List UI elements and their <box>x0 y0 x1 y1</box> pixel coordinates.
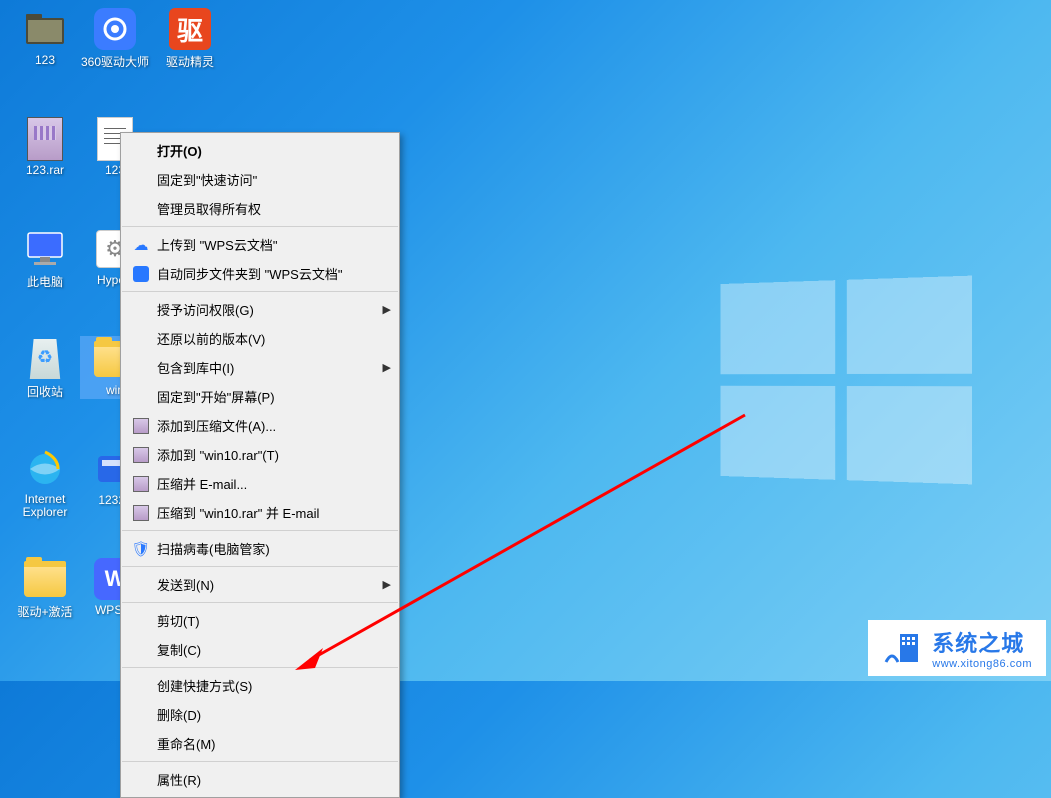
watermark: 系统之城 www.xitong86.com <box>868 620 1046 676</box>
recycle-icon <box>24 338 66 380</box>
blank-icon <box>131 641 151 659</box>
menu-rename[interactable]: 重命名(M) <box>121 729 399 758</box>
menu-compress-win10-email[interactable]: 压缩到 "win10.rar" 并 E-mail <box>121 498 399 527</box>
menu-scan-virus[interactable]: 🛡 扫描病毒(电脑管家) <box>121 534 399 563</box>
blank-icon <box>131 200 151 218</box>
windows-logo <box>720 276 972 485</box>
watermark-url: www.xitong86.com <box>932 658 1032 670</box>
driver-activate[interactable]: 驱动+激活 <box>10 558 80 620</box>
ie-icon <box>24 448 66 490</box>
menu-add-win10-rar[interactable]: 添加到 "win10.rar"(T) <box>121 440 399 469</box>
menu-separator <box>122 761 398 762</box>
menu-include-library[interactable]: 包含到库中(I) ▶ <box>121 353 399 382</box>
icon-label: 360驱动大师 <box>81 53 149 70</box>
pc-icon <box>24 228 66 270</box>
blank-icon <box>131 735 151 753</box>
menu-separator <box>122 530 398 531</box>
blank-icon <box>131 576 151 594</box>
icon-label: Internet Explorer <box>23 493 68 519</box>
submenu-arrow-icon: ▶ <box>383 303 391 316</box>
folder-icon <box>24 558 66 600</box>
menu-compress-email[interactable]: 压缩并 E-mail... <box>121 469 399 498</box>
menu-sync-wps[interactable]: 自动同步文件夹到 "WPS云文档" <box>121 259 399 288</box>
menu-separator <box>122 667 398 668</box>
menu-properties[interactable]: 属性(R) <box>121 765 399 794</box>
blue-app-icon <box>94 8 136 50</box>
this-pc[interactable]: 此电脑 <box>10 228 80 290</box>
recycle-bin[interactable]: 回收站 <box>10 338 80 400</box>
winrar-icon <box>131 504 151 522</box>
icon-label: 驱动+激活 <box>17 603 72 620</box>
rar-123[interactable]: 123.rar <box>10 118 80 177</box>
winrar-icon <box>131 417 151 435</box>
submenu-arrow-icon: ▶ <box>383 361 391 374</box>
rar-icon <box>24 118 66 160</box>
blank-icon <box>131 171 151 189</box>
wps-icon <box>131 265 151 283</box>
menu-add-archive[interactable]: 添加到压缩文件(A)... <box>121 411 399 440</box>
driver-genius[interactable]: 驱 驱动精灵 <box>155 8 225 70</box>
blank-icon <box>131 142 151 160</box>
menu-upload-wps[interactable]: ☁ 上传到 "WPS云文档" <box>121 230 399 259</box>
icon-label: 此电脑 <box>27 273 63 290</box>
icon-label: 回收站 <box>27 383 63 400</box>
blank-icon <box>131 706 151 724</box>
folder-icon <box>24 8 66 50</box>
shield-icon: 🛡 <box>131 540 151 558</box>
submenu-arrow-icon: ▶ <box>383 578 391 591</box>
menu-pin-start[interactable]: 固定到"开始"屏幕(P) <box>121 382 399 411</box>
menu-open[interactable]: 打开(O) <box>121 136 399 165</box>
blank-icon <box>131 612 151 630</box>
blank-icon <box>131 330 151 348</box>
icon-label: 123.rar <box>26 163 64 177</box>
icon-label: 驱动精灵 <box>166 53 214 70</box>
menu-cut[interactable]: 剪切(T) <box>121 606 399 635</box>
menu-copy[interactable]: 复制(C) <box>121 635 399 664</box>
red-app-icon: 驱 <box>169 8 211 50</box>
menu-delete[interactable]: 删除(D) <box>121 700 399 729</box>
context-menu: 打开(O) 固定到"快速访问" 管理员取得所有权 ☁ 上传到 "WPS云文档" … <box>120 132 400 798</box>
blank-icon <box>131 677 151 695</box>
menu-admin-ownership[interactable]: 管理员取得所有权 <box>121 194 399 223</box>
blank-icon <box>131 301 151 319</box>
menu-separator <box>122 602 398 603</box>
internet-explorer[interactable]: Internet Explorer <box>10 448 80 519</box>
blank-icon <box>131 388 151 406</box>
menu-restore-prev[interactable]: 还原以前的版本(V) <box>121 324 399 353</box>
icon-label: 123 <box>35 53 55 67</box>
menu-grant-access[interactable]: 授予访问权限(G) ▶ <box>121 295 399 324</box>
watermark-title: 系统之城 <box>932 626 1032 658</box>
menu-separator <box>122 226 398 227</box>
cloud-icon: ☁ <box>131 236 151 254</box>
driver-master[interactable]: 360驱动大师 <box>80 8 150 70</box>
blank-icon <box>131 359 151 377</box>
winrar-icon <box>131 475 151 493</box>
watermark-logo-icon <box>882 628 922 668</box>
menu-separator <box>122 291 398 292</box>
folder-123[interactable]: 123 <box>10 8 80 67</box>
winrar-icon <box>131 446 151 464</box>
blank-icon <box>131 771 151 789</box>
menu-send-to[interactable]: 发送到(N) ▶ <box>121 570 399 599</box>
menu-pin-quick-access[interactable]: 固定到"快速访问" <box>121 165 399 194</box>
menu-separator <box>122 566 398 567</box>
menu-create-shortcut[interactable]: 创建快捷方式(S) <box>121 671 399 700</box>
